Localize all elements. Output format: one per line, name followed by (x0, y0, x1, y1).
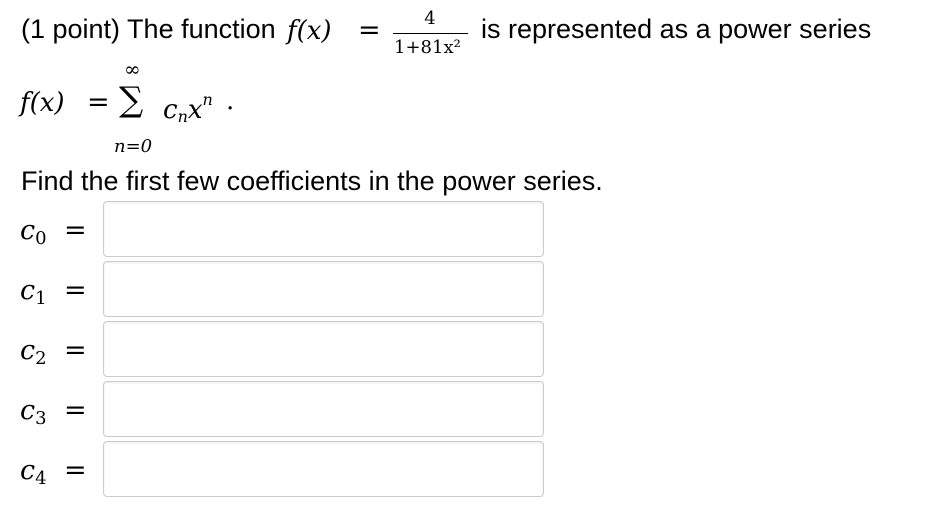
row-equals-sign: = (64, 455, 87, 486)
coefficient-subscript: 2 (35, 348, 47, 369)
fraction-numerator: 4 (424, 8, 436, 29)
answer-row-c4: c4 = (0, 441, 934, 501)
sum-lower-limit: n=0 (114, 136, 153, 157)
problem-outro-text: is represented as a power series (481, 14, 872, 44)
coefficient-label: c3 (20, 395, 47, 429)
coefficient-letter: c (20, 275, 36, 306)
sum-upper-limit: ∞ (124, 57, 141, 81)
answer-input-c1[interactable] (103, 261, 544, 317)
coefficient-label: c1 (20, 275, 47, 309)
coefficient-subscript: 3 (35, 408, 47, 429)
series-coef: c (163, 95, 178, 125)
coefficient-label: c0 (20, 215, 47, 249)
coefficient-subscript: 4 (35, 468, 47, 489)
series-lhs: f(x) (20, 88, 65, 118)
instruction-text: Find the first few coefficients in the p… (21, 166, 603, 196)
answer-row-c3: c3 = (0, 381, 934, 441)
summation-icon: ∑ (119, 80, 144, 120)
coefficient-letter: c (20, 335, 36, 366)
row-equals-sign: = (64, 275, 87, 306)
coefficient-letter: c (20, 455, 36, 486)
coefficient-subscript: 0 (35, 228, 47, 249)
answer-input-c3[interactable] (103, 381, 544, 437)
series-equals-sign: = (87, 87, 110, 118)
row-equals-sign: = (64, 395, 87, 426)
function-label: f(x) (287, 16, 332, 46)
problem-intro-text: (1 point) The function (21, 14, 276, 44)
answer-row-c1: c1 = (0, 261, 934, 321)
answer-row-c0: c0 = (0, 201, 934, 261)
row-equals-sign: = (64, 215, 87, 246)
coefficient-letter: c (20, 395, 36, 426)
coefficient-subscript: 1 (35, 288, 47, 309)
series-exponent: n (202, 90, 213, 109)
answer-input-c2[interactable] (103, 321, 544, 377)
fraction-bar (393, 33, 468, 34)
series-period: . (226, 86, 235, 116)
fraction-denominator: 1+81x² (394, 37, 461, 58)
series-variable: x (187, 95, 203, 125)
coefficient-letter: c (20, 215, 36, 246)
answer-input-c0[interactable] (103, 201, 544, 257)
answer-input-c4[interactable] (103, 441, 544, 497)
answer-row-c2: c2 = (0, 321, 934, 381)
equals-sign: = (358, 15, 381, 46)
row-equals-sign: = (64, 335, 87, 366)
coefficient-label: c2 (20, 335, 47, 369)
coefficient-label: c4 (20, 455, 47, 489)
series-coef-subscript: n (177, 107, 188, 126)
series-term: cnxn (163, 90, 213, 126)
